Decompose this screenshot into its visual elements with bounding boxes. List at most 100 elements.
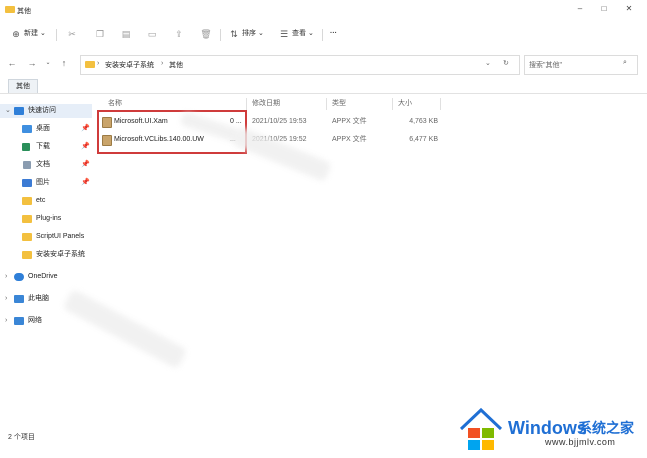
pin-icon: 📌 — [81, 179, 90, 186]
new-icon: ⊕ — [12, 29, 20, 39]
sidebar-item-label: 此电脑 — [28, 295, 49, 302]
rename-icon[interactable]: ▭ — [146, 28, 158, 40]
watermark-brand: Windows — [508, 418, 587, 438]
sidebar-item-pictures[interactable]: 图片 📌 — [20, 176, 90, 190]
sidebar-item-scriptui-panels[interactable]: ScriptUI Panels — [20, 230, 90, 244]
breadcrumb-chevron-icon: › — [161, 60, 164, 67]
close-icon[interactable]: ✕ — [622, 3, 636, 15]
pin-icon: 📌 — [81, 125, 90, 132]
forward-icon[interactable]: → — [26, 57, 38, 69]
computer-icon — [14, 295, 24, 303]
new-button[interactable]: 新建 ⌄ — [24, 27, 46, 41]
sidebar-item-label: etc — [36, 197, 46, 204]
pin-icon: 📌 — [81, 161, 90, 168]
toolbar-divider — [220, 29, 221, 41]
sidebar-item-documents[interactable]: 文档 📌 — [20, 158, 90, 172]
folder-icon — [22, 233, 32, 241]
search-icon: ⌕ — [623, 59, 627, 66]
sidebar-item-quick-access[interactable]: ⌄ 快速访问 — [0, 104, 92, 118]
breadcrumb-segment[interactable]: 安装安卓子系统 — [105, 60, 154, 70]
chevron-right-icon: › — [5, 295, 8, 302]
sidebar-item-label: Plug-ins — [36, 215, 62, 222]
sidebar-item-android-subsystem[interactable]: 安装安卓子系统 — [20, 248, 90, 262]
picture-icon — [22, 179, 32, 187]
column-header-date[interactable]: 修改日期 — [252, 98, 280, 110]
watermark-cn: 系统之家 — [578, 420, 634, 436]
watermark-url: www.bjjmlv.com — [545, 437, 616, 447]
more-button[interactable]: ··· — [330, 27, 337, 41]
desktop-icon — [22, 125, 32, 133]
breadcrumb-chevron-icon: › — [97, 60, 100, 67]
maximize-icon[interactable]: □ — [597, 3, 611, 15]
search-box[interactable]: 搜索"其他" ⌕ — [524, 55, 638, 75]
sidebar-item-label: 快速访问 — [28, 107, 56, 114]
share-icon[interactable]: ⇪ — [173, 28, 185, 40]
file-date: 2021/10/25 19:53 — [252, 118, 307, 125]
sidebar-item-plug-ins[interactable]: Plug-ins — [20, 212, 90, 226]
sidebar-item-etc[interactable]: etc — [20, 194, 90, 208]
windows-logo-icon — [459, 407, 503, 450]
sidebar-item-downloads[interactable]: 下载 📌 — [20, 140, 90, 154]
sort-icon: ⇅ — [230, 29, 238, 39]
sidebar-item-label: 下载 — [36, 143, 50, 150]
cut-icon[interactable]: ✂ — [66, 28, 78, 40]
sidebar-item-onedrive[interactable]: › OneDrive — [0, 270, 92, 284]
column-header-name[interactable]: 名称 — [108, 98, 122, 110]
file-size: 6,477 KB — [409, 136, 438, 143]
document-icon — [23, 161, 31, 169]
toolbar-divider — [56, 29, 57, 41]
chevron-right-icon: › — [5, 273, 8, 280]
pin-icon: 📌 — [81, 143, 90, 150]
file-type: APPX 文件 — [332, 136, 367, 143]
minimize-icon[interactable]: – — [573, 3, 587, 15]
tab-strip: 其他 — [0, 79, 647, 94]
up-icon[interactable]: ↑ — [58, 57, 70, 69]
cloud-icon — [14, 273, 24, 281]
address-bar[interactable]: › 安装安卓子系统 › 其他 ⌄ ↻ — [80, 55, 520, 75]
column-header-size[interactable]: 大小 — [398, 98, 412, 110]
command-bar: ⊕ 新建 ⌄ ✂ ❐ ▤ ▭ ⇪ 🗑 ⇅ 排序 ⌄ ☰ 查看 ⌄ ··· — [0, 20, 647, 46]
delete-icon[interactable]: 🗑 — [200, 28, 212, 40]
sidebar-item-label: 安装安卓子系统 — [36, 251, 85, 258]
sidebar-item-label: ScriptUI Panels — [36, 233, 85, 240]
folder-icon — [85, 61, 95, 68]
chevron-right-icon: › — [5, 317, 8, 324]
breadcrumb-segment[interactable]: 其他 — [169, 60, 183, 70]
title-bar: 其他 – □ ✕ — [0, 0, 647, 20]
paste-icon[interactable]: ▤ — [120, 28, 132, 40]
folder-icon — [5, 6, 15, 13]
star-icon — [14, 107, 24, 115]
back-icon[interactable]: ← — [6, 57, 18, 69]
sidebar-item-label: 文档 — [36, 161, 50, 168]
view-button[interactable]: 查看 ⌄ — [292, 27, 314, 41]
column-divider[interactable] — [326, 98, 327, 110]
sidebar-item-label: 桌面 — [36, 125, 50, 132]
column-divider[interactable] — [440, 98, 441, 110]
network-icon — [14, 317, 24, 325]
refresh-icon[interactable]: ↻ — [503, 59, 509, 67]
address-row: ← → ⌄ ↑ › 安装安卓子系统 › 其他 ⌄ ↻ 搜索"其他" ⌕ — [0, 52, 647, 76]
status-item-count: 2 个项目 — [8, 434, 35, 441]
download-icon — [22, 143, 30, 151]
recent-chevron-icon[interactable]: ⌄ — [42, 57, 54, 69]
address-dropdown-icon[interactable]: ⌄ — [485, 59, 491, 67]
window-title: 其他 — [17, 8, 31, 15]
column-header-type[interactable]: 类型 — [332, 98, 346, 110]
chevron-down-icon: ⌄ — [5, 107, 11, 114]
sidebar-item-label: 图片 — [36, 179, 50, 186]
sidebar-item-label: OneDrive — [28, 273, 58, 280]
file-type: APPX 文件 — [332, 118, 367, 125]
search-input[interactable]: 搜索"其他" — [529, 60, 562, 70]
view-icon: ☰ — [279, 29, 289, 39]
tab-other[interactable]: 其他 — [8, 79, 38, 93]
sidebar-item-desktop[interactable]: 桌面 📌 — [20, 122, 90, 136]
sort-button[interactable]: 排序 ⌄ — [242, 27, 264, 41]
column-divider[interactable] — [392, 98, 393, 110]
navigation-pane: ⌄ 快速访问 桌面 📌 下载 📌 文档 📌 图片 📌 etc Plug-ins … — [0, 98, 92, 428]
column-divider[interactable] — [246, 98, 247, 110]
file-size: 4,763 KB — [409, 118, 438, 125]
folder-icon — [22, 197, 32, 205]
copy-icon[interactable]: ❐ — [94, 28, 106, 40]
toolbar-divider — [322, 29, 323, 41]
folder-icon — [22, 215, 32, 223]
